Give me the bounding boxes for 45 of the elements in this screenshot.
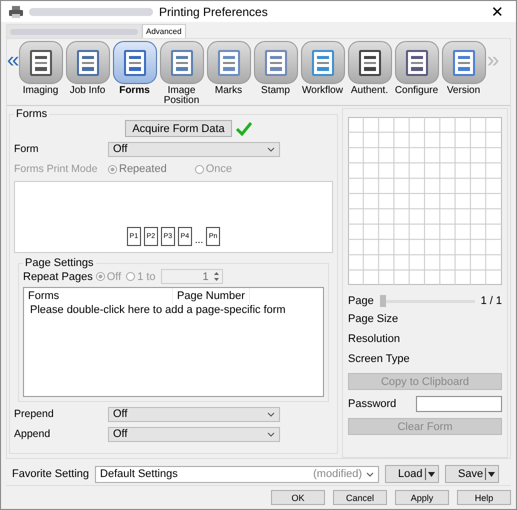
column-header[interactable]: Forms [24, 288, 173, 304]
ellipsis: ... [194, 235, 204, 246]
dialog-button[interactable]: Apply [395, 490, 449, 505]
info-label: Screen Type [348, 353, 411, 367]
dialog-button[interactable]: Cancel [333, 490, 387, 505]
field-label: Forms Print Mode [14, 163, 98, 175]
chevron-down-icon [267, 412, 275, 416]
group-title: Page Settings [24, 257, 94, 269]
list-hint[interactable]: Please double-click here to add a page-specific form [24, 304, 323, 316]
group-title: Forms [15, 108, 48, 120]
dialog-button[interactable]: Help [457, 490, 511, 505]
favorite-dropdown[interactable]: Default Settings (modified) [95, 466, 380, 482]
field-label: Repeat Pages [23, 270, 93, 282]
chevron-down-icon [267, 432, 275, 436]
info-label: Page Size [348, 313, 400, 327]
field-label: Favorite Setting [12, 468, 90, 480]
column-header[interactable]: Page Number [173, 288, 250, 304]
dropdown-arrow-icon [428, 472, 436, 476]
dialog-button[interactable]: OK [271, 490, 325, 505]
acquire-form-data-button[interactable]: Acquire Form Data [125, 120, 232, 137]
load-button[interactable]: Load [385, 465, 440, 483]
field-label: Page [348, 295, 374, 307]
tab[interactable] [6, 24, 142, 38]
page-reading: 1 / 1 [480, 295, 502, 307]
scroll-left-button[interactable]: « [7, 41, 17, 79]
dropdown-arrow-icon [488, 472, 496, 476]
append-dropdown[interactable]: Off [108, 426, 280, 442]
chevron-down-icon [366, 472, 374, 476]
form-dropdown[interactable]: Off [108, 142, 280, 156]
field-label: Form [14, 143, 40, 155]
prepend-dropdown[interactable]: Off [108, 406, 280, 422]
field-label: Password [348, 398, 396, 410]
spin-arrows-icon [212, 271, 220, 282]
chevron-down-icon [267, 146, 275, 152]
close-button[interactable]: ✕ [487, 2, 508, 20]
page-slider[interactable] [380, 294, 386, 306]
field-label: Append [14, 428, 52, 440]
printer-icon [9, 6, 23, 18]
number-spinner[interactable]: 1 [160, 269, 223, 284]
info-label: Resolution [348, 333, 401, 347]
field-label: Prepend [14, 408, 55, 420]
password-field[interactable] [416, 396, 502, 412]
save-button[interactable]: Save [445, 465, 500, 483]
window-title: Printing Preferences [159, 4, 269, 18]
tab[interactable]: Advanced [142, 24, 186, 38]
